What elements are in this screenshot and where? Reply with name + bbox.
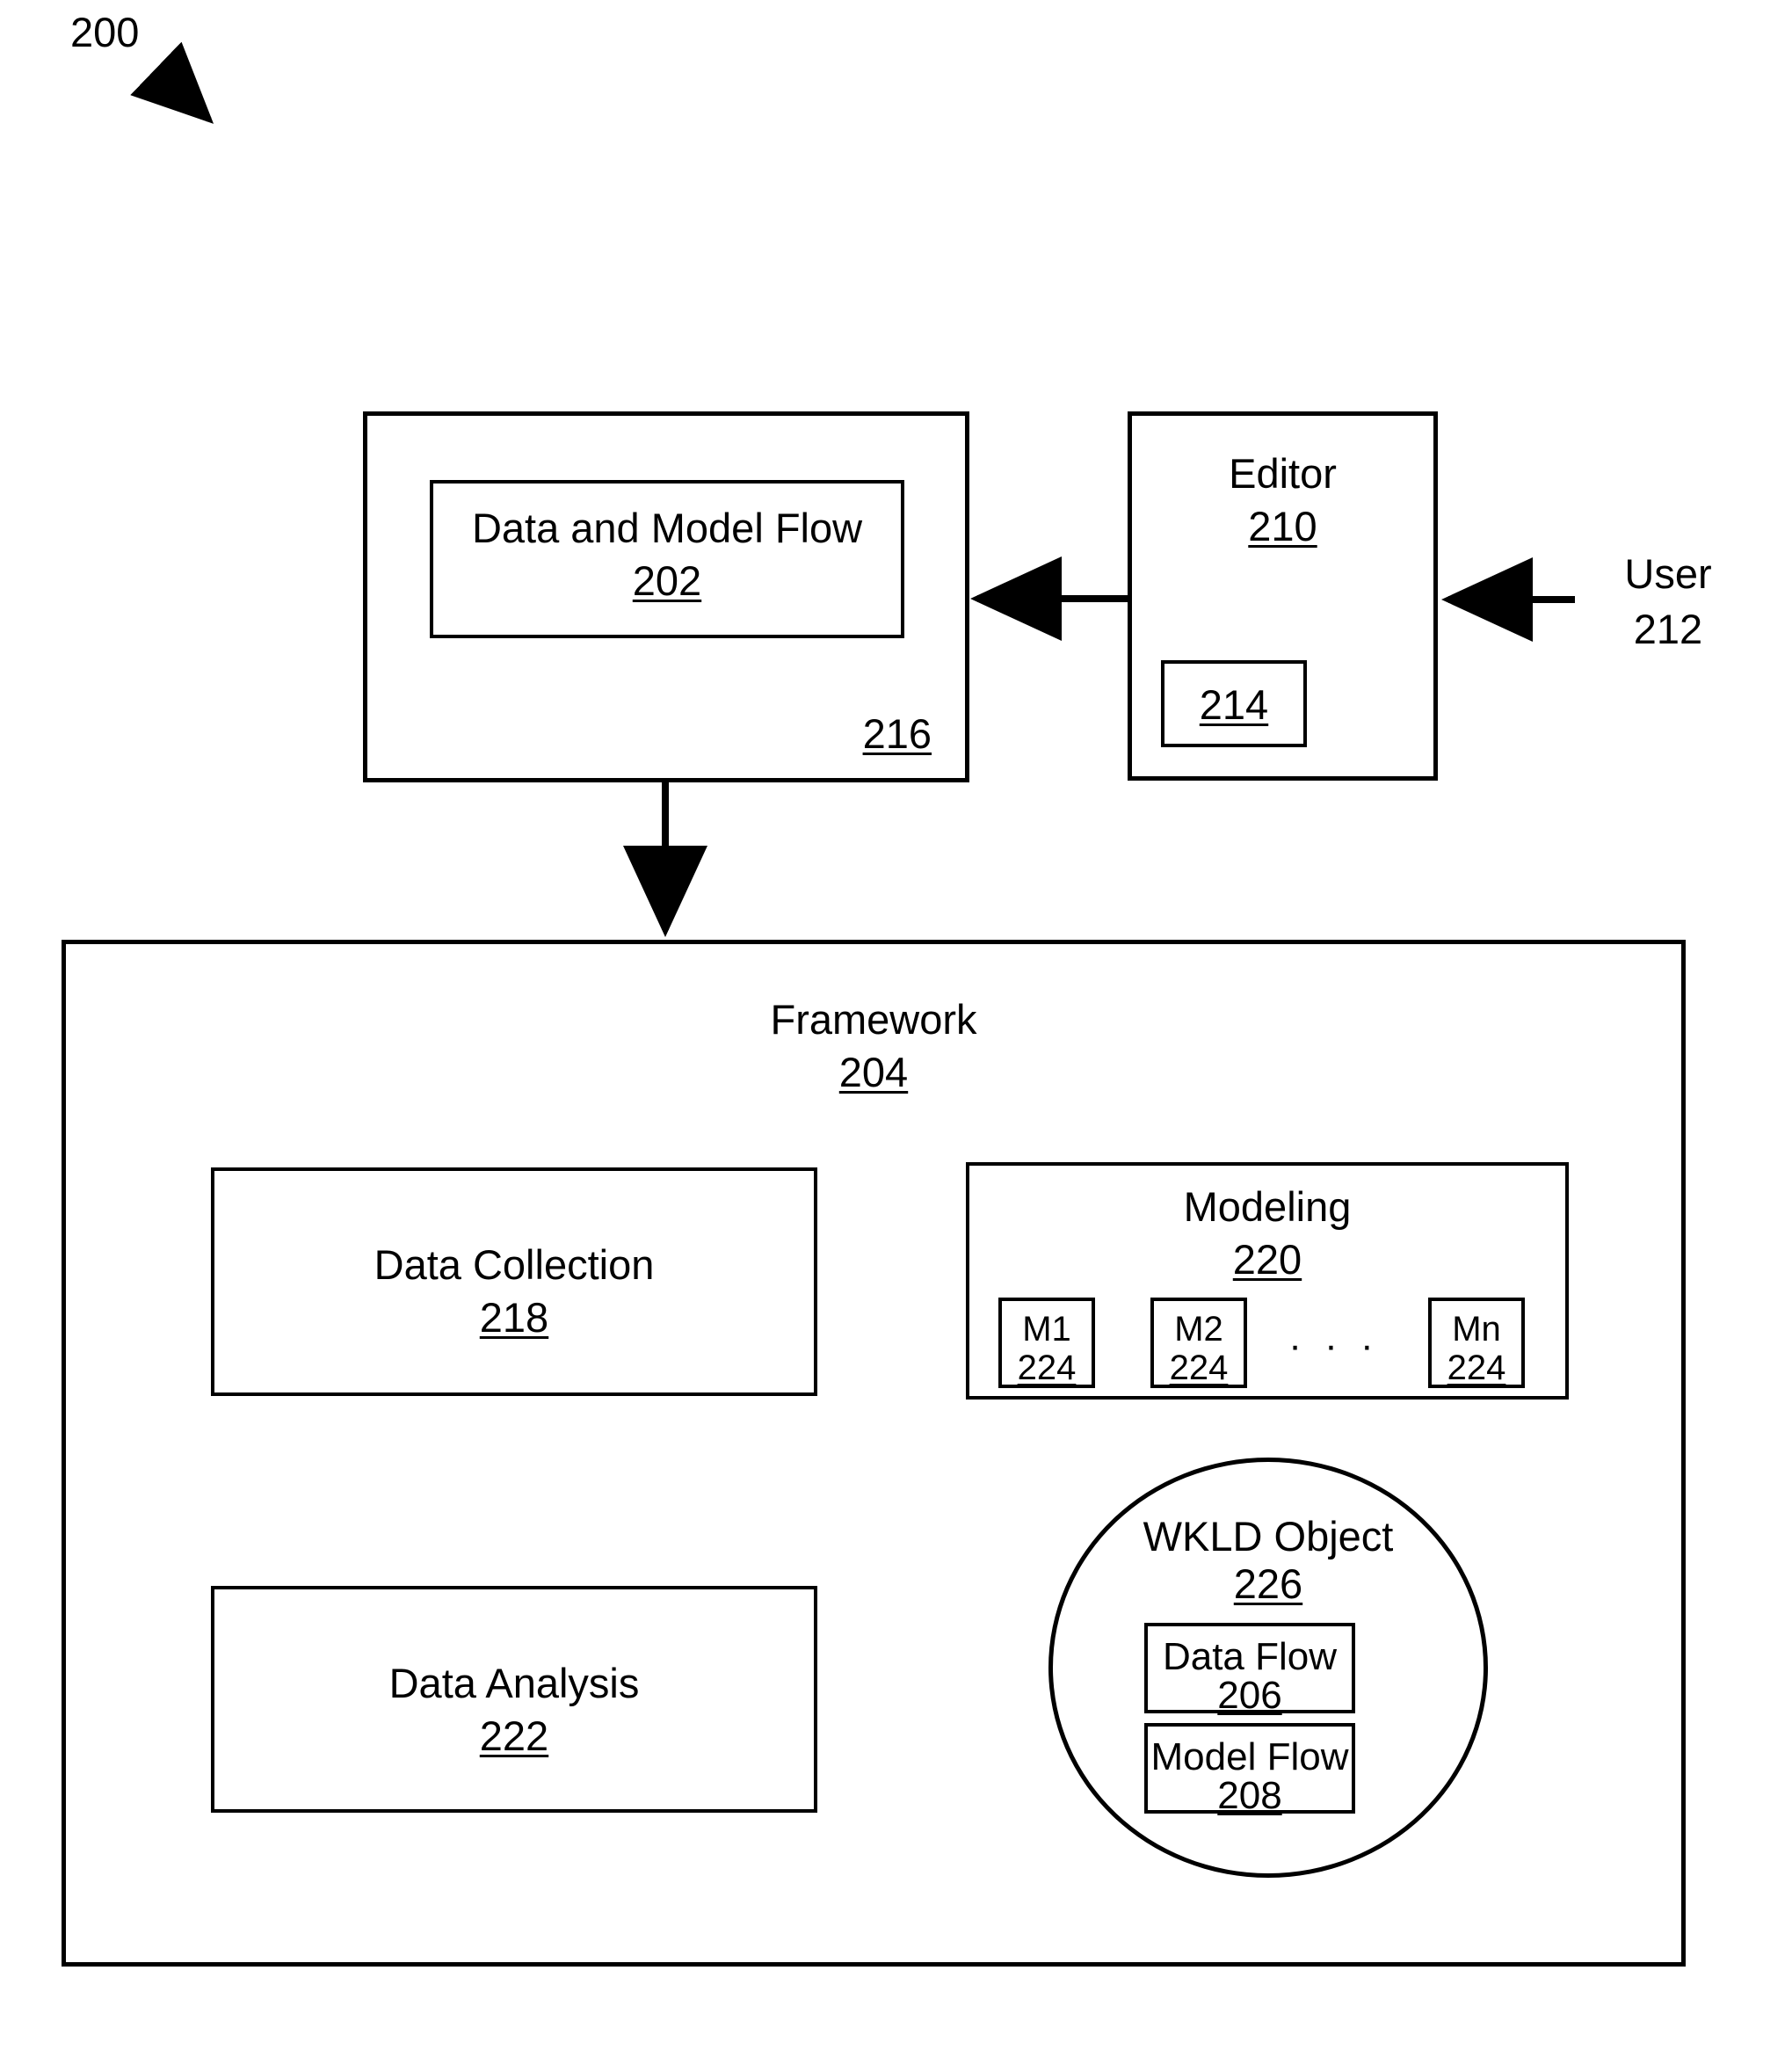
data-collection-title: Data Collection (374, 1241, 655, 1288)
model-label-mn: Mn (1452, 1310, 1501, 1349)
framework-box: Framework 204 Data Collection 218 Data A… (62, 940, 1686, 1967)
user-title: User (1624, 550, 1712, 597)
diagonal-arrow-icon (130, 41, 214, 124)
model-flow-box: Model Flow 208 (1144, 1723, 1355, 1817)
framework-ref: 204 (838, 1049, 909, 1095)
model-ref-m2: 224 (1169, 1349, 1229, 1387)
wkld-object-circle: WKLD Object 226 Data Flow 206 Model Flow… (1048, 1458, 1488, 1878)
editor-inner-ref: 214 (1199, 681, 1269, 728)
wkld-object-ref: 226 (1233, 1560, 1303, 1607)
editor-ref: 210 (1248, 503, 1317, 549)
modeling-box: Modeling 220 M1 224 M2 224 · · · Mn 224 (966, 1162, 1569, 1400)
user-label-group: User 212 (1580, 549, 1756, 652)
data-analysis-title: Data Analysis (388, 1660, 640, 1706)
data-and-model-flow-ref: 202 (632, 557, 702, 604)
model-box-m2: M2 224 (1150, 1298, 1247, 1388)
editor-title: Editor (1229, 450, 1337, 497)
model-box-m1: M1 224 (998, 1298, 1095, 1388)
figure-number-label: 200 (70, 9, 140, 55)
modeling-ellipsis: · · · (1288, 1324, 1380, 1367)
user-ref: 212 (1633, 606, 1703, 653)
data-analysis-box: Data Analysis 222 (211, 1586, 817, 1813)
data-collection-ref: 218 (479, 1294, 549, 1341)
wkld-object-title: WKLD Object (1143, 1513, 1394, 1560)
model-ref-mn: 224 (1447, 1349, 1506, 1387)
flow-container-ref: 216 (862, 709, 932, 757)
data-and-model-flow-box: Data and Model Flow 202 (430, 480, 904, 638)
patent-figure-200: 200 216 Data and Model Flow 202 Editor 2… (0, 0, 1792, 2065)
model-box-mn: Mn 224 (1428, 1298, 1525, 1388)
model-ref-m1: 224 (1017, 1349, 1077, 1387)
framework-title: Framework (770, 996, 977, 1043)
data-collection-box: Data Collection 218 (211, 1167, 817, 1396)
data-and-model-flow-title: Data and Model Flow (471, 505, 863, 551)
data-analysis-ref: 222 (479, 1712, 549, 1759)
modeling-ref: 220 (1232, 1236, 1302, 1283)
model-label-m2: M2 (1174, 1310, 1223, 1349)
data-flow-box: Data Flow 206 (1144, 1623, 1355, 1717)
model-label-m1: M1 (1022, 1310, 1071, 1349)
model-flow-ref: 208 (1217, 1774, 1282, 1817)
modeling-title: Modeling (1183, 1183, 1352, 1230)
data-flow-ref: 206 (1217, 1674, 1282, 1717)
editor-inner-box: 214 (1161, 660, 1307, 747)
